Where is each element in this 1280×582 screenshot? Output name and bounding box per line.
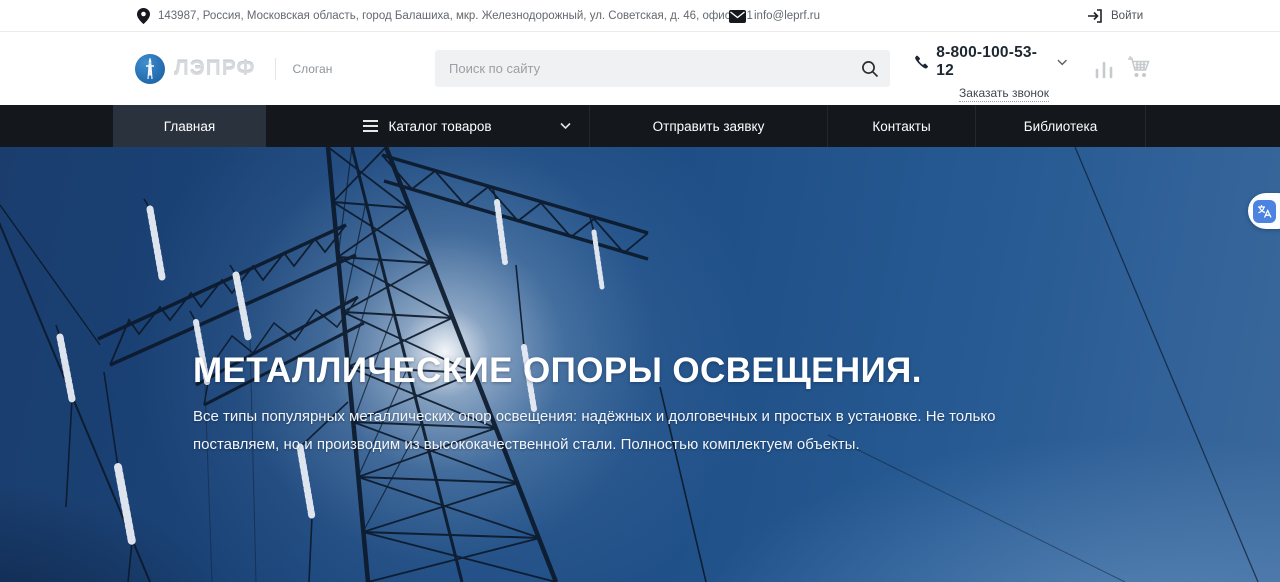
- nav-item-contacts[interactable]: Контакты: [828, 105, 976, 147]
- search-icon: [861, 60, 879, 78]
- hero-title: МЕТАЛЛИЧЕСКИЕ ОПОРЫ ОСВЕЩЕНИЯ.: [193, 350, 1073, 392]
- chevron-down-icon: [1057, 59, 1067, 66]
- request-callback-link[interactable]: Заказать звонок: [959, 86, 1049, 102]
- header: ЛЭПРФ Слоган 8-800-100-53-12 Заказать зв…: [0, 32, 1280, 105]
- translate-widget[interactable]: [1248, 193, 1280, 229]
- location-pin-icon: [137, 8, 150, 24]
- nav-right-spacer: [1146, 105, 1280, 147]
- company-address: 143987, Россия, Московская область, горо…: [137, 0, 753, 32]
- nav-item-catalog[interactable]: Каталог товаров: [266, 105, 590, 147]
- logo-text: ЛЭПРФ: [174, 57, 255, 81]
- nav-item-send-request[interactable]: Отправить заявку: [590, 105, 828, 147]
- search-input[interactable]: [435, 50, 850, 87]
- logo-slogan-divider: [275, 58, 276, 80]
- bar-chart-icon: [1094, 58, 1114, 79]
- phone-block: 8-800-100-53-12 Заказать звонок: [915, 44, 1067, 102]
- nav-left-spacer: [0, 105, 113, 147]
- translate-icon: [1253, 200, 1276, 223]
- shopping-cart-icon: [1127, 55, 1150, 80]
- nav-label: Отправить заявку: [653, 119, 765, 134]
- hero-text-block: МЕТАЛЛИЧЕСКИЕ ОПОРЫ ОСВЕЩЕНИЯ. Все типы …: [193, 350, 1073, 459]
- phone-link[interactable]: 8-800-100-53-12: [915, 44, 1067, 80]
- chevron-down-icon: [560, 122, 571, 130]
- phone-icon: [915, 55, 928, 69]
- login-button[interactable]: Войти: [1088, 0, 1143, 32]
- email-text: info@leprf.ru: [754, 10, 820, 22]
- search-button[interactable]: [850, 50, 890, 87]
- logo-tower-icon: [135, 54, 165, 84]
- hero-description: Все типы популярных металлических опор о…: [193, 403, 1061, 459]
- envelope-icon: [729, 10, 746, 23]
- nav-label: Библиотека: [1024, 119, 1097, 134]
- site-search: [435, 50, 890, 87]
- nav-label: Главная: [164, 119, 215, 134]
- cart-button[interactable]: [1127, 55, 1150, 85]
- email-link[interactable]: info@leprf.ru: [729, 0, 820, 32]
- topbar: 143987, Россия, Московская область, горо…: [0, 0, 1280, 32]
- logo[interactable]: ЛЭПРФ Слоган: [135, 32, 332, 105]
- nav-label: Контакты: [872, 119, 930, 134]
- nav-item-home[interactable]: Главная: [113, 105, 266, 147]
- login-label: Войти: [1111, 10, 1143, 22]
- nav-label: Каталог товаров: [388, 119, 491, 134]
- address-text: 143987, Россия, Московская область, горо…: [158, 10, 753, 22]
- nav-item-library[interactable]: Библиотека: [976, 105, 1146, 147]
- login-icon: [1088, 9, 1103, 23]
- hero-banner: МЕТАЛЛИЧЕСКИЕ ОПОРЫ ОСВЕЩЕНИЯ. Все типы …: [0, 147, 1280, 582]
- phone-number: 8-800-100-53-12: [936, 44, 1048, 80]
- hamburger-icon: [363, 120, 378, 132]
- main-nav: Главная Каталог товаров Отправить заявку…: [0, 105, 1280, 147]
- slogan: Слоган: [292, 62, 332, 76]
- compare-button[interactable]: [1094, 58, 1114, 84]
